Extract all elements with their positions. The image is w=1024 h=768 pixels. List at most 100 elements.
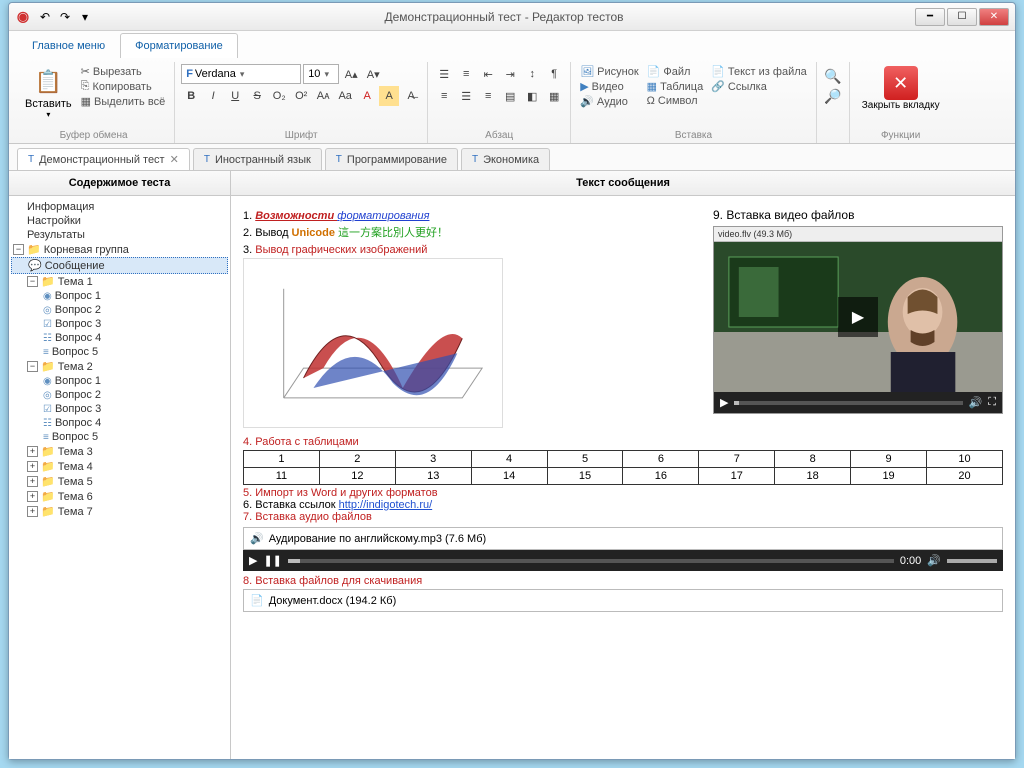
pause-button[interactable]: ❚❚ [263,554,281,567]
expand-icon[interactable]: + [27,476,38,487]
align-right-button[interactable]: ≡ [478,86,498,106]
font-size-select[interactable]: 10 [303,64,339,84]
paste-button[interactable]: 📋 Вставить ▾ [19,64,78,121]
italic-button[interactable]: I [203,86,223,106]
audio-progress[interactable] [288,559,894,563]
collapse-icon[interactable]: − [27,361,38,372]
smallcaps-button[interactable]: Aᴀ [313,86,333,106]
shading-button[interactable]: ◧ [522,86,542,106]
tree-item-q1[interactable]: ◉Вопрос 1 [11,289,228,303]
qat-dropdown-icon[interactable]: ▾ [77,9,93,25]
indent-button[interactable]: ⇥ [500,64,520,84]
tree-item-results[interactable]: Результаты [11,228,228,242]
tab-demo-test[interactable]: T Демонстрационный тест ✕ [17,148,190,170]
insert-table-button[interactable]: ▦Таблица [644,79,707,94]
select-all-button[interactable]: ▦Выделить всё [78,94,169,109]
maximize-button[interactable]: ☐ [947,8,977,26]
tab-programming[interactable]: TПрограммирование [325,148,458,170]
tree-item-theme7[interactable]: +📁Тема 7 [11,504,228,519]
tree-item-root-group[interactable]: −📁Корневая группа [11,242,228,257]
align-center-button[interactable]: ☰ [456,86,476,106]
close-window-button[interactable]: ✕ [979,8,1009,26]
expand-icon[interactable]: + [27,461,38,472]
insert-image-button[interactable]: 🖼Рисунок [577,64,641,79]
collapse-icon[interactable]: − [27,276,38,287]
font-family-select[interactable]: FVerdana [181,64,301,84]
subscript-button[interactable]: O₂ [269,86,289,106]
tree-item-q2[interactable]: ◎Вопрос 2 [11,388,228,402]
close-icon[interactable]: ✕ [170,153,179,166]
show-marks-button[interactable]: ¶ [544,64,564,84]
copy-button[interactable]: ⎘Копировать [78,79,169,94]
play-icon[interactable]: ▶ [838,297,878,337]
justify-button[interactable]: ▤ [500,86,520,106]
tree-item-q5[interactable]: ≡Вопрос 5 [11,345,228,359]
close-tab-button[interactable]: ✕ Закрыть вкладку [856,64,946,113]
insert-link-button[interactable]: 🔗Ссылка [708,79,810,94]
strike-button[interactable]: S [247,86,267,106]
volume-icon[interactable]: 🔊 [969,396,983,409]
menu-formatting[interactable]: Форматирование [120,33,238,58]
tree-item-theme1[interactable]: −📁Тема 1 [11,274,228,289]
tree-item-settings[interactable]: Настройки [11,214,228,228]
tree-item-theme6[interactable]: +📁Тема 6 [11,489,228,504]
insert-audio-button[interactable]: 🔊Аудио [577,94,641,109]
redo-icon[interactable]: ↷ [57,9,73,25]
collapse-icon[interactable]: − [13,244,24,255]
tree-item-q4[interactable]: ☷Вопрос 4 [11,331,228,345]
insert-symbol-button[interactable]: ΩСимвол [644,94,707,108]
menu-main[interactable]: Главное меню [17,33,120,58]
fullscreen-icon[interactable]: ⛶ [988,396,996,409]
grow-font-button[interactable]: A▴ [341,64,361,84]
tree-item-q4[interactable]: ☷Вопрос 4 [11,416,228,430]
paste-dropdown-icon[interactable]: ▾ [46,110,50,119]
cut-button[interactable]: ✂Вырезать [78,64,169,79]
insert-text-from-file-button[interactable]: 📄Текст из файла [708,64,810,79]
undo-icon[interactable]: ↶ [37,9,53,25]
file-attachment[interactable]: 📄Документ.docx (194.2 Кб) [243,589,1003,612]
video-frame[interactable]: ▶ [714,242,1002,392]
expand-icon[interactable]: + [27,491,38,502]
expand-icon[interactable]: + [27,506,38,517]
video-progress[interactable] [734,401,962,405]
tree-item-q1[interactable]: ◉Вопрос 1 [11,374,228,388]
tree-item-q3[interactable]: ☑Вопрос 3 [11,317,228,331]
tree-item-theme5[interactable]: +📁Тема 5 [11,474,228,489]
tree-item-q3[interactable]: ☑Вопрос 3 [11,402,228,416]
tree-item-q2[interactable]: ◎Вопрос 2 [11,303,228,317]
bullets-button[interactable]: ☰ [434,64,454,84]
find-button[interactable]: 🔍 [823,66,843,86]
minimize-button[interactable]: ━ [915,8,945,26]
align-left-button[interactable]: ≡ [434,86,454,106]
underline-button[interactable]: U [225,86,245,106]
tab-economics[interactable]: TЭкономика [461,148,550,170]
tree-item-theme2[interactable]: −📁Тема 2 [11,359,228,374]
font-color-button[interactable]: A [357,86,377,106]
line-spacing-button[interactable]: ↕ [522,64,542,84]
play-button[interactable]: ▶ [720,396,728,409]
replace-button[interactable]: 🔎 [823,86,843,106]
superscript-button[interactable]: O² [291,86,311,106]
clear-format-button[interactable]: A̶ [401,86,421,106]
play-button[interactable]: ▶ [249,554,257,567]
tree-item-theme4[interactable]: +📁Тема 4 [11,459,228,474]
tree-item-theme3[interactable]: +📁Тема 3 [11,444,228,459]
numbering-button[interactable]: ≡ [456,64,476,84]
tab-foreign-lang[interactable]: TИностранный язык [193,148,322,170]
volume-slider[interactable] [947,559,997,563]
tree-item-q5[interactable]: ≡Вопрос 5 [11,430,228,444]
borders-button[interactable]: ▦ [544,86,564,106]
bold-button[interactable]: B [181,86,201,106]
insert-video-button[interactable]: ▶Видео [577,79,641,94]
tree-item-info[interactable]: Информация [11,200,228,214]
outdent-button[interactable]: ⇤ [478,64,498,84]
editor-body[interactable]: 1. Возможности форматирования 2. Вывод U… [231,196,1015,759]
volume-icon[interactable]: 🔊 [927,554,941,567]
shrink-font-button[interactable]: A▾ [363,64,383,84]
expand-icon[interactable]: + [27,446,38,457]
case-button[interactable]: Aa [335,86,355,106]
highlight-button[interactable]: A [379,86,399,106]
insert-file-button[interactable]: 📄Файл [644,64,707,79]
tree-item-message[interactable]: 💬Сообщение [11,257,228,274]
demo-link[interactable]: http://indigotech.ru/ [339,499,433,511]
